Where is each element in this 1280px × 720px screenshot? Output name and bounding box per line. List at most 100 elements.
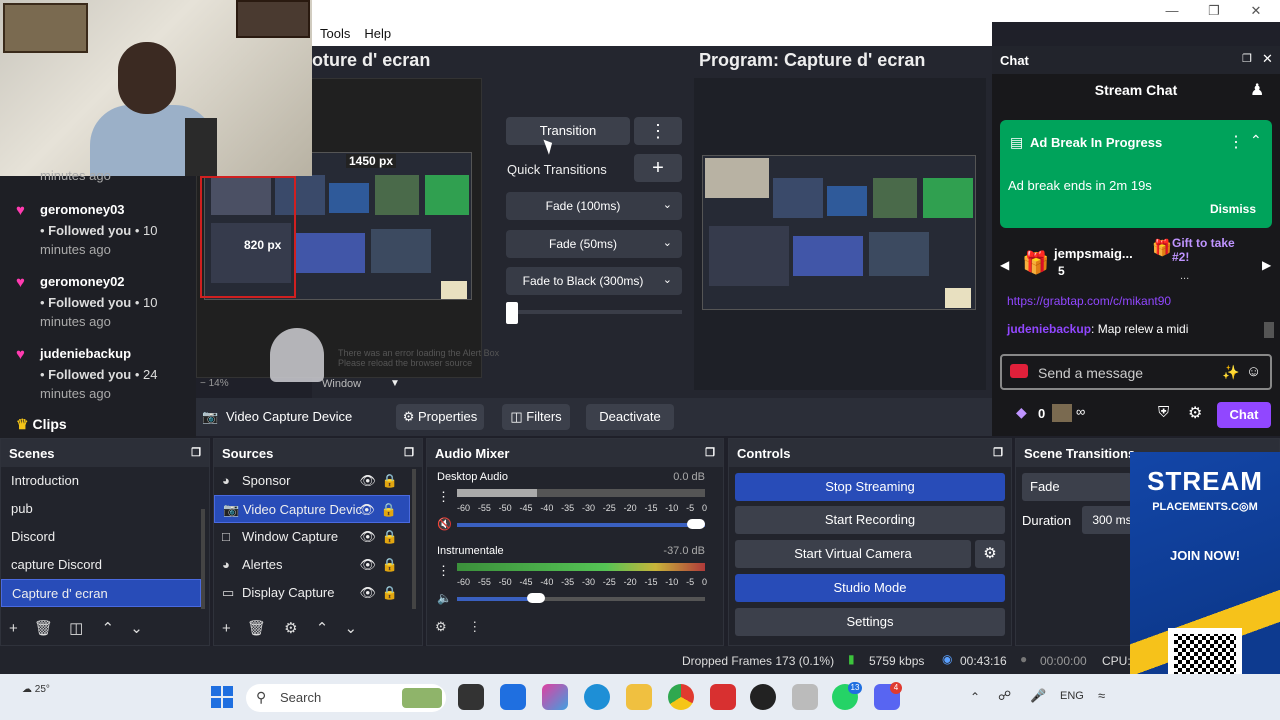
volume-slider-handle[interactable] xyxy=(527,593,545,603)
chevron-down-icon[interactable]: ▼ xyxy=(390,378,400,389)
volume-slider-handle[interactable] xyxy=(687,519,705,529)
undock-icon[interactable]: ❐ xyxy=(993,446,1003,459)
add-icon[interactable]: + xyxy=(9,620,18,637)
chevron-up-icon[interactable]: ⌃ xyxy=(316,620,329,637)
app-icon[interactable] xyxy=(792,684,818,710)
folder-icon[interactable] xyxy=(626,684,652,710)
windows-start-icon[interactable] xyxy=(211,686,233,708)
trash-icon[interactable]: 🗑 xyxy=(247,620,266,637)
chevron-up-icon[interactable]: ⌃ xyxy=(970,690,980,704)
source-item[interactable]: ▭ Display Capture 👁 🔒 xyxy=(214,579,410,607)
task-view-icon[interactable] xyxy=(458,684,484,710)
chat-send-button[interactable]: Chat xyxy=(1217,402,1271,428)
filters-button[interactable]: ◫ Filters xyxy=(502,404,570,430)
send-message-input[interactable]: Send a message ✨ ☺ xyxy=(1000,354,1272,390)
deactivate-button[interactable]: Deactivate xyxy=(586,404,674,430)
store-icon[interactable] xyxy=(500,684,526,710)
lock-icon[interactable]: 🔒 xyxy=(382,467,398,495)
feed-username[interactable]: judeniebackup xyxy=(40,346,131,361)
minimize-icon[interactable]: — xyxy=(1162,2,1182,20)
more-options-icon[interactable]: ⋮ xyxy=(468,619,481,634)
chevron-up-icon[interactable]: ⌃ xyxy=(102,620,115,637)
menu-help[interactable]: Help xyxy=(364,26,391,41)
sources-scrollbar[interactable] xyxy=(412,469,416,609)
studio-mode-button[interactable]: Studio Mode xyxy=(735,574,1005,602)
language-indicator[interactable]: ENG xyxy=(1060,690,1084,702)
eye-icon[interactable]: 👁 xyxy=(359,523,376,551)
dismiss-button[interactable]: Dismiss xyxy=(1210,202,1256,216)
lock-icon[interactable]: 🔒 xyxy=(382,551,398,579)
eye-icon[interactable]: 👁 xyxy=(358,496,375,524)
scene-item[interactable]: Discord xyxy=(1,523,201,551)
add-transition-icon[interactable]: + xyxy=(634,154,682,182)
source-selection-box[interactable] xyxy=(200,176,296,298)
gear-icon[interactable]: ⚙ xyxy=(435,619,447,634)
zoom-level[interactable]: − 14% xyxy=(200,378,229,389)
more-options-icon[interactable]: ⋮ xyxy=(437,489,450,505)
scene-item[interactable]: pub xyxy=(1,495,201,523)
wifi-icon[interactable]: ≈ xyxy=(1098,688,1105,703)
taskbar-search[interactable]: ⚲ Search xyxy=(246,684,446,712)
chrome-icon[interactable] xyxy=(668,684,694,710)
float-icon[interactable]: ❐ xyxy=(1242,52,1252,65)
chevron-up-icon[interactable]: ⌃ xyxy=(1250,132,1262,149)
quick-transition-fade-100[interactable]: Fade (100ms) ⌄ xyxy=(506,192,682,220)
gear-icon[interactable]: ⚙ xyxy=(1188,403,1202,423)
microphone-icon[interactable]: 🎤 xyxy=(1030,688,1046,704)
speaker-icon[interactable]: 🔈 xyxy=(437,591,452,605)
source-item[interactable]: ◕ Sponsor 👁 🔒 xyxy=(214,467,410,495)
more-options-icon[interactable]: ⋮ xyxy=(634,117,682,145)
sparkle-icon[interactable]: ✨ xyxy=(1222,364,1239,381)
copilot-icon[interactable] xyxy=(542,684,568,710)
scenes-scrollbar[interactable] xyxy=(201,509,205,609)
quick-transition-fade-black[interactable]: Fade to Black (300ms) ⌄ xyxy=(506,267,682,295)
quick-transition-fade-50[interactable]: Fade (50ms) ⌄ xyxy=(506,230,682,258)
obs-icon[interactable] xyxy=(750,684,776,710)
start-virtual-camera-button[interactable]: Start Virtual Camera xyxy=(735,540,971,568)
eye-icon[interactable]: 👁 xyxy=(359,467,376,495)
network-icon[interactable]: ☍ xyxy=(998,688,1011,704)
source-item-selected[interactable]: 📷 Video Capture Devic 👁 🔒 xyxy=(214,495,410,523)
menu-tools[interactable]: Tools xyxy=(320,26,350,41)
gear-icon[interactable]: ⚙ xyxy=(284,620,297,637)
close-icon[interactable]: ✕ xyxy=(1262,51,1273,67)
eye-icon[interactable]: 👁 xyxy=(359,579,376,607)
chat-scrollbar[interactable] xyxy=(1264,322,1274,338)
lock-icon[interactable]: 🔒 xyxy=(381,496,397,524)
close-icon[interactable]: ✕ xyxy=(1246,2,1266,20)
chat-username[interactable]: judeniebackup xyxy=(1007,322,1091,336)
scene-item-selected[interactable]: Capture d' ecran xyxy=(1,579,201,607)
transition-select[interactable]: Fade xyxy=(1022,473,1132,501)
gear-icon[interactable]: ⚙ xyxy=(975,540,1005,568)
properties-button[interactable]: ⚙ Properties xyxy=(396,404,484,430)
chevron-down-icon[interactable]: ⌄ xyxy=(345,620,358,637)
source-item[interactable]: □ Window Capture 👁 🔒 xyxy=(214,523,410,551)
more-options-icon[interactable]: ⋮ xyxy=(1228,132,1244,152)
chevron-right-icon[interactable]: ▶ xyxy=(1262,258,1271,272)
transition-slider-handle[interactable] xyxy=(506,302,518,324)
weather-widget[interactable]: ☁ 25° xyxy=(22,684,50,695)
lock-icon[interactable]: 🔒 xyxy=(382,523,398,551)
users-icon[interactable]: ♟ xyxy=(1250,80,1264,100)
transition-button[interactable]: Transition xyxy=(506,117,630,145)
undock-icon[interactable]: ❐ xyxy=(404,446,414,459)
source-item[interactable]: ◕ Alertes 👁 🔒 xyxy=(214,551,410,579)
more-options-icon[interactable]: ⋮ xyxy=(437,563,450,579)
eye-icon[interactable]: 👁 xyxy=(359,551,376,579)
volume-slider[interactable] xyxy=(457,523,705,527)
stop-streaming-button[interactable]: Stop Streaming xyxy=(735,473,1005,501)
undock-icon[interactable]: ❐ xyxy=(191,446,201,459)
anydesk-icon[interactable] xyxy=(710,684,736,710)
feed-username[interactable]: geromoney02 xyxy=(40,274,125,289)
trash-icon[interactable]: 🗑 xyxy=(34,620,53,637)
lock-icon[interactable]: 🔒 xyxy=(382,579,398,607)
transition-slider-track[interactable] xyxy=(506,310,682,314)
shield-icon[interactable]: ⛨ xyxy=(1158,404,1169,421)
feed-username[interactable]: geromoney03 xyxy=(40,202,125,217)
undock-icon[interactable]: ❐ xyxy=(705,446,715,459)
restore-icon[interactable]: ❐ xyxy=(1204,2,1224,20)
add-icon[interactable]: + xyxy=(222,620,231,637)
chevron-down-icon[interactable]: ⌄ xyxy=(130,620,143,637)
start-recording-button[interactable]: Start Recording xyxy=(735,506,1005,534)
scene-item[interactable]: capture Discord xyxy=(1,551,201,579)
